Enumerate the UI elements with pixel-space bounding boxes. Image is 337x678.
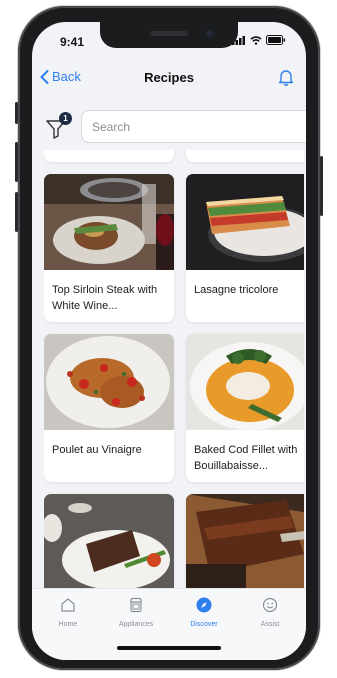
recipe-card[interactable]: Poulet au Vinaigre [44, 334, 174, 482]
status-icons [232, 35, 286, 45]
filter-badge: 1 [59, 112, 72, 125]
status-time: 9:41 [60, 35, 85, 49]
search-input[interactable] [82, 111, 292, 142]
recipe-card-partial[interactable] [44, 150, 174, 162]
navigation-bar: Back Recipes [32, 62, 306, 96]
wifi-icon [250, 35, 262, 45]
recipe-image-steak [44, 174, 174, 270]
page-title: Recipes [144, 70, 194, 85]
search-field[interactable] [81, 110, 306, 143]
recipe-image-cod [186, 334, 304, 430]
home-icon [61, 598, 75, 612]
volume-down-button [15, 192, 18, 232]
recipe-card[interactable]: Lasagne tricolore [186, 174, 304, 322]
tab-appliances[interactable]: Appliances [106, 597, 166, 628]
volume-up-button [15, 142, 18, 182]
battery-icon [266, 35, 286, 45]
front-camera [206, 30, 213, 37]
recipe-title: Poulet au Vinaigre [52, 444, 142, 456]
recipe-image-poulet [44, 334, 174, 430]
silent-switch [15, 102, 18, 124]
bell-icon[interactable] [278, 68, 294, 86]
tab-label: Appliances [118, 621, 154, 628]
tab-home[interactable]: Home [38, 597, 98, 628]
tab-label: Discover [190, 621, 218, 628]
recipe-title: Lasagne tricolore [194, 284, 279, 296]
tab-discover[interactable]: Discover [174, 597, 234, 628]
recipe-title: Baked Cod Fillet with Bouillabaisse... [194, 444, 298, 472]
recipe-card-partial[interactable] [186, 150, 304, 162]
recipe-card[interactable]: Top Sirloin Steak with White Wine... [44, 174, 174, 322]
smiley-icon [262, 597, 278, 613]
tab-label: Home [58, 621, 78, 628]
recipe-grid[interactable]: Top Sirloin Steak with White Wine... Las… [44, 150, 304, 620]
recipe-image-ribs [186, 494, 304, 590]
recipe-image-lasagne [186, 174, 304, 270]
tab-label: Assist [260, 621, 280, 628]
power-button [320, 156, 323, 216]
compass-icon [196, 597, 212, 613]
speaker [150, 31, 188, 36]
recipe-image-steak-vegetables [44, 494, 174, 590]
recipe-title: Top Sirloin Steak with White Wine... [52, 284, 158, 312]
recipe-card[interactable]: Baked Cod Fillet with Bouillabaisse... [186, 334, 304, 482]
home-indicator[interactable] [117, 646, 221, 650]
tab-assist[interactable]: Assist [240, 597, 300, 628]
appliance-icon [130, 597, 142, 613]
notch [100, 22, 238, 48]
app-screen: 9:41 Back Recipes 1 Search Top Sirloin S… [32, 22, 306, 660]
